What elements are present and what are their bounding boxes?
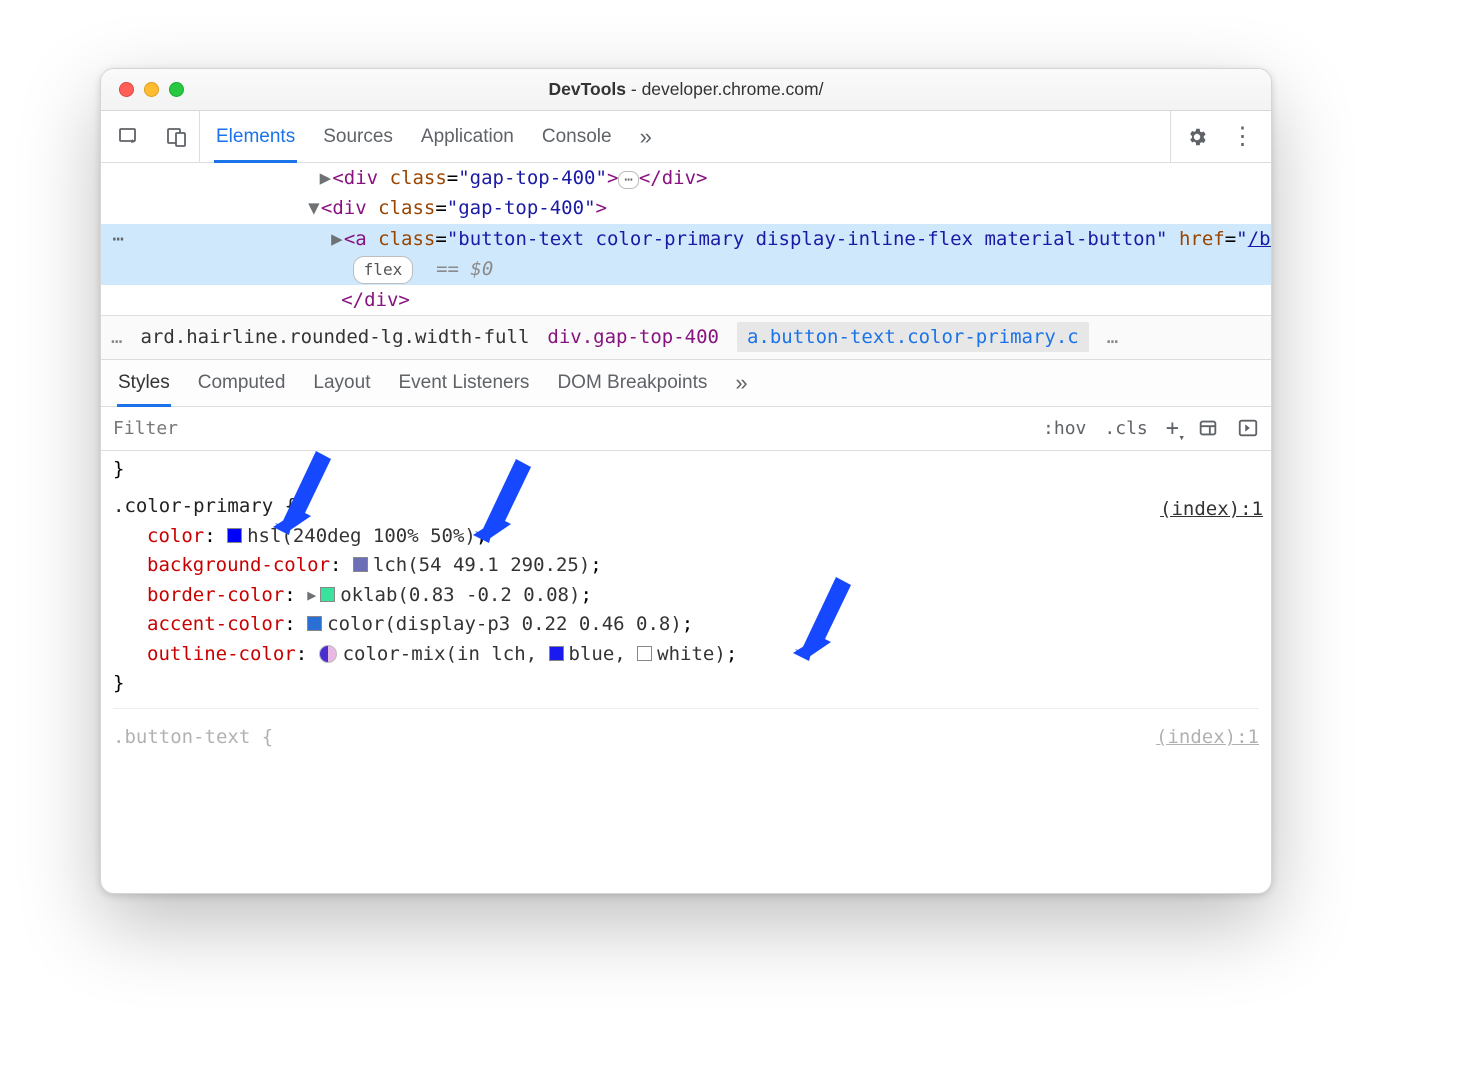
styles-filter-row: :hov .cls +▾ bbox=[101, 407, 1271, 451]
subtab-styles[interactable]: Styles bbox=[117, 360, 171, 406]
devtools-window: DevTools - developer.chrome.com/ Element… bbox=[100, 68, 1272, 894]
dom-tree[interactable]: ▶<div class="gap-top-400">⋯</div> ▼<div … bbox=[101, 163, 1271, 315]
color-swatch[interactable] bbox=[227, 528, 242, 543]
rule-close: } bbox=[113, 669, 1259, 698]
ellipsis-icon[interactable]: ⋯ bbox=[618, 171, 638, 189]
cls-toggle[interactable]: .cls bbox=[1104, 418, 1147, 439]
dom-row[interactable]: ▶<div class="gap-top-400">⋯</div> bbox=[101, 163, 1271, 193]
declaration[interactable]: color: hsl(240deg 100% 50%); bbox=[113, 522, 1259, 551]
tab-more-icon[interactable]: » bbox=[638, 111, 654, 162]
css-rule[interactable]: .color-primary { color: hsl(240deg 100% … bbox=[113, 492, 1259, 698]
color-swatch[interactable] bbox=[549, 646, 564, 661]
breadcrumb-item[interactable]: div.gap-top-400 bbox=[547, 326, 719, 348]
color-swatch[interactable] bbox=[307, 616, 322, 631]
subtab-more-icon[interactable]: » bbox=[734, 360, 748, 406]
color-mix-swatch-icon[interactable] bbox=[319, 645, 337, 663]
breadcrumb-item[interactable]: ard.hairline.rounded-lg.width-full bbox=[140, 326, 529, 348]
new-style-rule-icon[interactable]: +▾ bbox=[1166, 416, 1179, 441]
tab-application[interactable]: Application bbox=[419, 111, 516, 162]
subtab-event-listeners[interactable]: Event Listeners bbox=[397, 360, 530, 406]
rule-origin-link[interactable]: (index):1 bbox=[1160, 495, 1263, 524]
kebab-menu-icon[interactable]: ⋮ bbox=[1229, 123, 1257, 151]
tab-sources[interactable]: Sources bbox=[321, 111, 395, 162]
styles-pane[interactable]: } (index):1 .color-primary { color: hsl(… bbox=[101, 451, 1271, 893]
declaration[interactable]: background-color: lch(54 49.1 290.25); bbox=[113, 551, 1259, 580]
settings-gear-icon[interactable] bbox=[1183, 123, 1211, 151]
inspect-element-icon[interactable] bbox=[115, 123, 143, 151]
rule-selector[interactable]: .color-primary { bbox=[113, 492, 1259, 521]
styles-subtabs: Styles Computed Layout Event Listeners D… bbox=[101, 359, 1271, 407]
rendering-panel-icon[interactable] bbox=[1237, 417, 1259, 439]
css-rule-truncated[interactable]: .button-text { (index):1 bbox=[113, 708, 1259, 752]
rule-close: } bbox=[113, 455, 1259, 484]
subtab-computed[interactable]: Computed bbox=[197, 360, 287, 406]
breadcrumb-ellipsis[interactable]: … bbox=[111, 326, 122, 348]
computed-styles-sidebar-icon[interactable] bbox=[1197, 417, 1219, 439]
subtab-layout[interactable]: Layout bbox=[312, 360, 371, 406]
devtools-top-toolbar: Elements Sources Application Console » ⋮ bbox=[101, 111, 1271, 163]
hov-toggle[interactable]: :hov bbox=[1043, 418, 1086, 439]
declaration[interactable]: border-color: ▶oklab(0.83 -0.2 0.08); bbox=[113, 581, 1259, 610]
title-prefix: DevTools bbox=[549, 79, 626, 99]
top-right-tools: ⋮ bbox=[1170, 111, 1257, 162]
dollar-zero: == $0 bbox=[436, 258, 493, 280]
tab-console[interactable]: Console bbox=[540, 111, 614, 162]
expand-tri-icon[interactable]: ▶ bbox=[307, 584, 316, 607]
dom-row-selected[interactable]: ⋯ ▶<a class="button-text color-primary d… bbox=[101, 224, 1271, 285]
color-swatch[interactable] bbox=[353, 557, 368, 572]
declaration[interactable]: outline-color: color-mix(in lch, blue, w… bbox=[113, 640, 1259, 669]
device-toolbar-icon[interactable] bbox=[163, 123, 191, 151]
breadcrumb-ellipsis[interactable]: … bbox=[1107, 326, 1118, 348]
panel-tabs: Elements Sources Application Console » bbox=[214, 111, 1156, 162]
window-title: DevTools - developer.chrome.com/ bbox=[101, 79, 1271, 100]
color-swatch[interactable] bbox=[637, 646, 652, 661]
rule-origin-link[interactable]: (index):1 bbox=[1156, 723, 1259, 752]
inspect-tools bbox=[115, 111, 200, 162]
color-swatch[interactable] bbox=[320, 587, 335, 602]
breadcrumb-item-current[interactable]: a.button-text.color-primary.c bbox=[737, 322, 1089, 352]
tab-elements[interactable]: Elements bbox=[214, 111, 297, 162]
dom-row[interactable]: </div> bbox=[101, 285, 1271, 315]
styles-filter-input[interactable] bbox=[113, 418, 1025, 439]
dom-breadcrumb[interactable]: … ard.hairline.rounded-lg.width-full div… bbox=[101, 315, 1271, 359]
rule-selector[interactable]: .button-text { bbox=[113, 723, 273, 752]
subtab-dom-breakpoints[interactable]: DOM Breakpoints bbox=[556, 360, 708, 406]
flex-badge[interactable]: flex bbox=[353, 256, 414, 284]
dom-row[interactable]: ▼<div class="gap-top-400"> bbox=[101, 193, 1271, 223]
titlebar: DevTools - developer.chrome.com/ bbox=[101, 69, 1271, 111]
declaration[interactable]: accent-color: color(display-p3 0.22 0.46… bbox=[113, 610, 1259, 639]
